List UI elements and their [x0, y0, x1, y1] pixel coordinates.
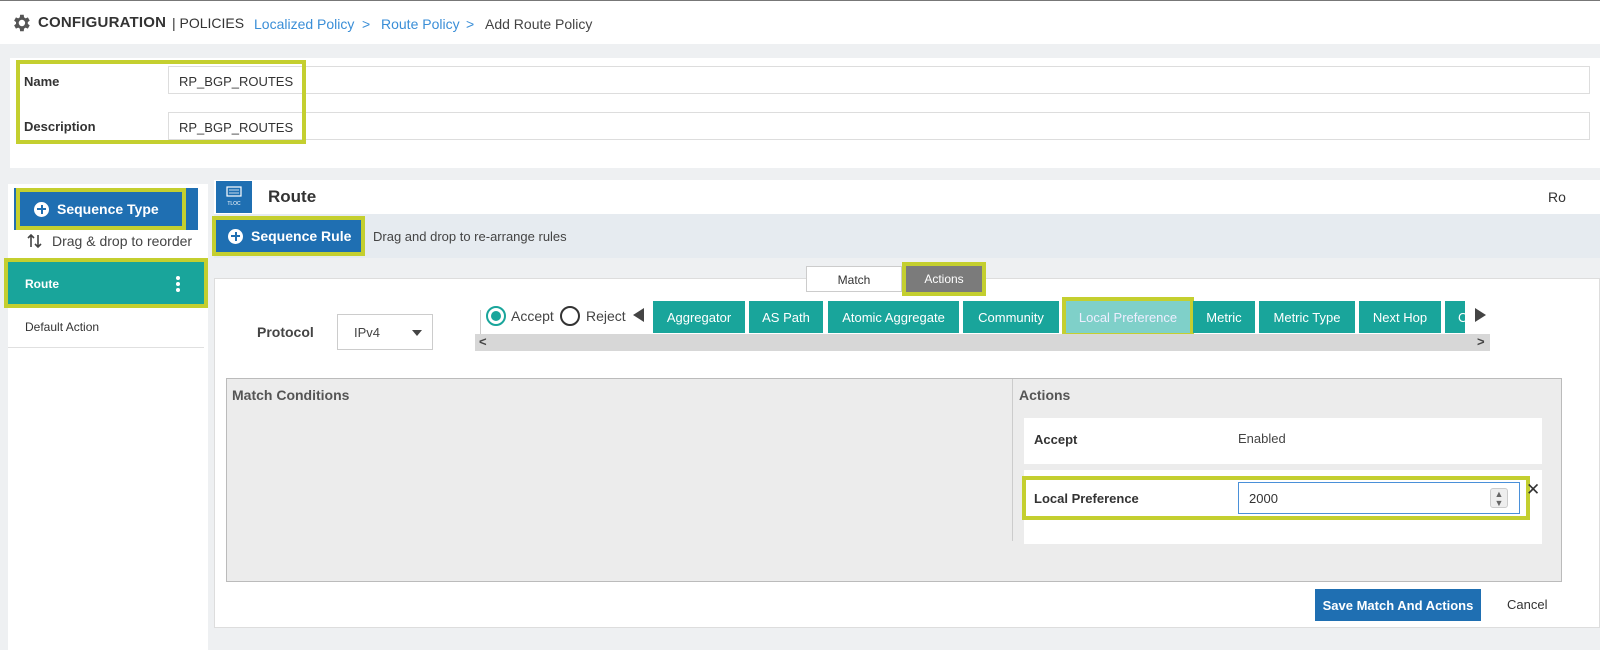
- top-bar: CONFIGURATION | POLICIES Localized Polic…: [0, 0, 1600, 44]
- reject-radio-label[interactable]: Reject: [586, 308, 626, 324]
- accept-radio[interactable]: [486, 306, 506, 326]
- tab-match[interactable]: Match: [806, 266, 902, 292]
- sequence-rule-label: Sequence Rule: [251, 228, 352, 244]
- breadcrumb-separator: >: [466, 16, 475, 32]
- action-next-hop-button[interactable]: Next Hop: [1359, 301, 1441, 333]
- actions-title: Actions: [1019, 387, 1071, 403]
- breadcrumb-separator: >: [362, 16, 371, 32]
- drag-reorder-hint: Drag & drop to reorder: [26, 232, 192, 250]
- close-icon[interactable]: ✕: [1526, 480, 1540, 500]
- carousel-left-icon[interactable]: [633, 308, 644, 322]
- reject-radio[interactable]: [560, 306, 580, 326]
- local-preference-input[interactable]: [1238, 482, 1520, 514]
- match-conditions-title: Match Conditions: [232, 387, 350, 403]
- protocol-value: IPv4: [354, 325, 381, 340]
- sequence-rule-button[interactable]: Sequence Rule: [212, 216, 365, 256]
- sidebar-item-route[interactable]: Route: [4, 258, 208, 308]
- svg-text:TLOC: TLOC: [227, 201, 241, 207]
- divider: [1012, 379, 1013, 541]
- breadcrumb-current: Add Route Policy: [485, 16, 593, 32]
- route-tloc-icon: TLOC: [216, 181, 252, 213]
- action-metric-type-button[interactable]: Metric Type: [1259, 301, 1355, 333]
- save-match-actions-button[interactable]: Save Match And Actions: [1315, 589, 1481, 621]
- description-field[interactable]: RP_BGP_ROUTES: [168, 112, 1590, 140]
- tab-actions[interactable]: Actions: [902, 262, 986, 296]
- drag-hint-text: Drag & drop to reorder: [52, 233, 193, 249]
- accept-action-label: Accept: [1034, 432, 1078, 447]
- breadcrumb-localized-policy[interactable]: Localized Policy: [254, 16, 354, 32]
- plus-circle-icon: [228, 228, 243, 244]
- sidebar-item-label: Route: [25, 277, 59, 291]
- action-more-button[interactable]: C: [1445, 301, 1465, 333]
- action-strip-border: [480, 310, 481, 336]
- sequence-sidebar: [8, 184, 208, 650]
- scroll-right-icon[interactable]: >: [1477, 334, 1485, 349]
- name-field[interactable]: RP_BGP_ROUTES: [168, 66, 1590, 94]
- action-local-preference-button[interactable]: Local Preference: [1062, 297, 1194, 337]
- page-section: | POLICIES: [172, 15, 245, 31]
- local-preference-label: Local Preference: [1034, 491, 1139, 506]
- cancel-button[interactable]: Cancel: [1507, 597, 1547, 612]
- number-stepper-icon[interactable]: ▲ ▼: [1490, 488, 1508, 508]
- sequence-type-button[interactable]: Sequence Type: [16, 188, 186, 230]
- accept-radio-label[interactable]: Accept: [511, 308, 554, 324]
- reorder-arrows-icon: [27, 233, 42, 249]
- route-title: Route: [268, 187, 317, 206]
- action-metric-button[interactable]: Metric: [1193, 301, 1255, 333]
- carousel-right-icon[interactable]: [1475, 308, 1486, 322]
- divider: [8, 347, 204, 348]
- action-strip-scrollbar[interactable]: [475, 334, 1490, 351]
- route-header: [214, 180, 1600, 214]
- highlight-box: [16, 60, 306, 144]
- chevron-down-icon: [412, 330, 422, 336]
- protocol-label: Protocol: [257, 324, 314, 340]
- breadcrumb-route-policy[interactable]: Route Policy: [381, 16, 460, 32]
- action-aggregator-button[interactable]: Aggregator: [653, 301, 745, 333]
- page-title: CONFIGURATION: [38, 14, 167, 31]
- scroll-left-icon[interactable]: <: [479, 334, 487, 349]
- action-atomic-aggregate-button[interactable]: Atomic Aggregate: [828, 301, 959, 333]
- accept-action-value: Enabled: [1238, 431, 1286, 446]
- gear-icon: [14, 14, 30, 32]
- protocol-select[interactable]: IPv4: [337, 314, 433, 350]
- rule-hint: Drag and drop to re-arrange rules: [373, 229, 567, 244]
- sequence-type-label: Sequence Type: [57, 201, 159, 217]
- kebab-menu-icon[interactable]: [176, 276, 180, 292]
- action-as-path-button[interactable]: AS Path: [749, 301, 823, 333]
- plus-circle-icon: [34, 201, 49, 217]
- sidebar-item-default-action[interactable]: Default Action: [25, 320, 99, 334]
- route-header-right-text: Ro: [1548, 189, 1566, 205]
- action-community-button[interactable]: Community: [963, 301, 1059, 333]
